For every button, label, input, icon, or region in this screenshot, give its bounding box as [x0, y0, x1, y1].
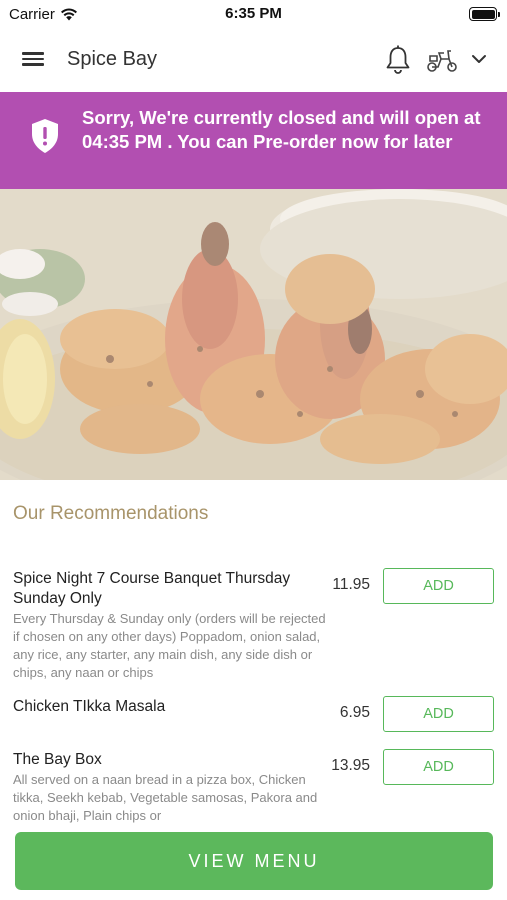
shield-alert-icon: [32, 119, 58, 153]
menu-icon[interactable]: [18, 49, 48, 73]
item-description: All served on a naan bread in a pizza bo…: [13, 772, 318, 823]
hero-food-image: [0, 189, 507, 480]
bell-icon[interactable]: [383, 44, 413, 76]
add-button[interactable]: ADD: [383, 568, 494, 604]
add-button[interactable]: ADD: [383, 749, 494, 785]
footer-bar: VIEW MENU: [0, 824, 507, 900]
item-price: 6.95: [339, 704, 370, 721]
battery-icon: [469, 7, 500, 21]
item-name: Spice Night 7 Course Banquet Thursday Su…: [13, 570, 291, 607]
item-name: The Bay Box: [13, 751, 102, 768]
closed-message: Sorry, We're currently closed and will o…: [82, 107, 481, 152]
item-description: Every Thursday & Sunday only (orders wil…: [13, 611, 326, 680]
add-button[interactable]: ADD: [383, 696, 494, 732]
closed-banner: Sorry, We're currently closed and will o…: [0, 92, 507, 189]
recommendations-title: Our Recommendations: [13, 503, 209, 524]
view-menu-button[interactable]: VIEW MENU: [15, 832, 493, 890]
chevron-down-icon[interactable]: [468, 48, 490, 70]
item-price: 11.95: [332, 576, 370, 593]
restaurant-name: Spice Bay: [67, 48, 158, 70]
app-header: Spice Bay: [0, 30, 507, 92]
item-name: Chicken TIkka Masala: [13, 698, 166, 715]
scooter-icon[interactable]: [425, 45, 459, 75]
item-price: 13.95: [331, 757, 370, 774]
status-bar: Carrier 6:35 PM: [0, 0, 507, 30]
status-time: 6:35 PM: [225, 5, 282, 22]
